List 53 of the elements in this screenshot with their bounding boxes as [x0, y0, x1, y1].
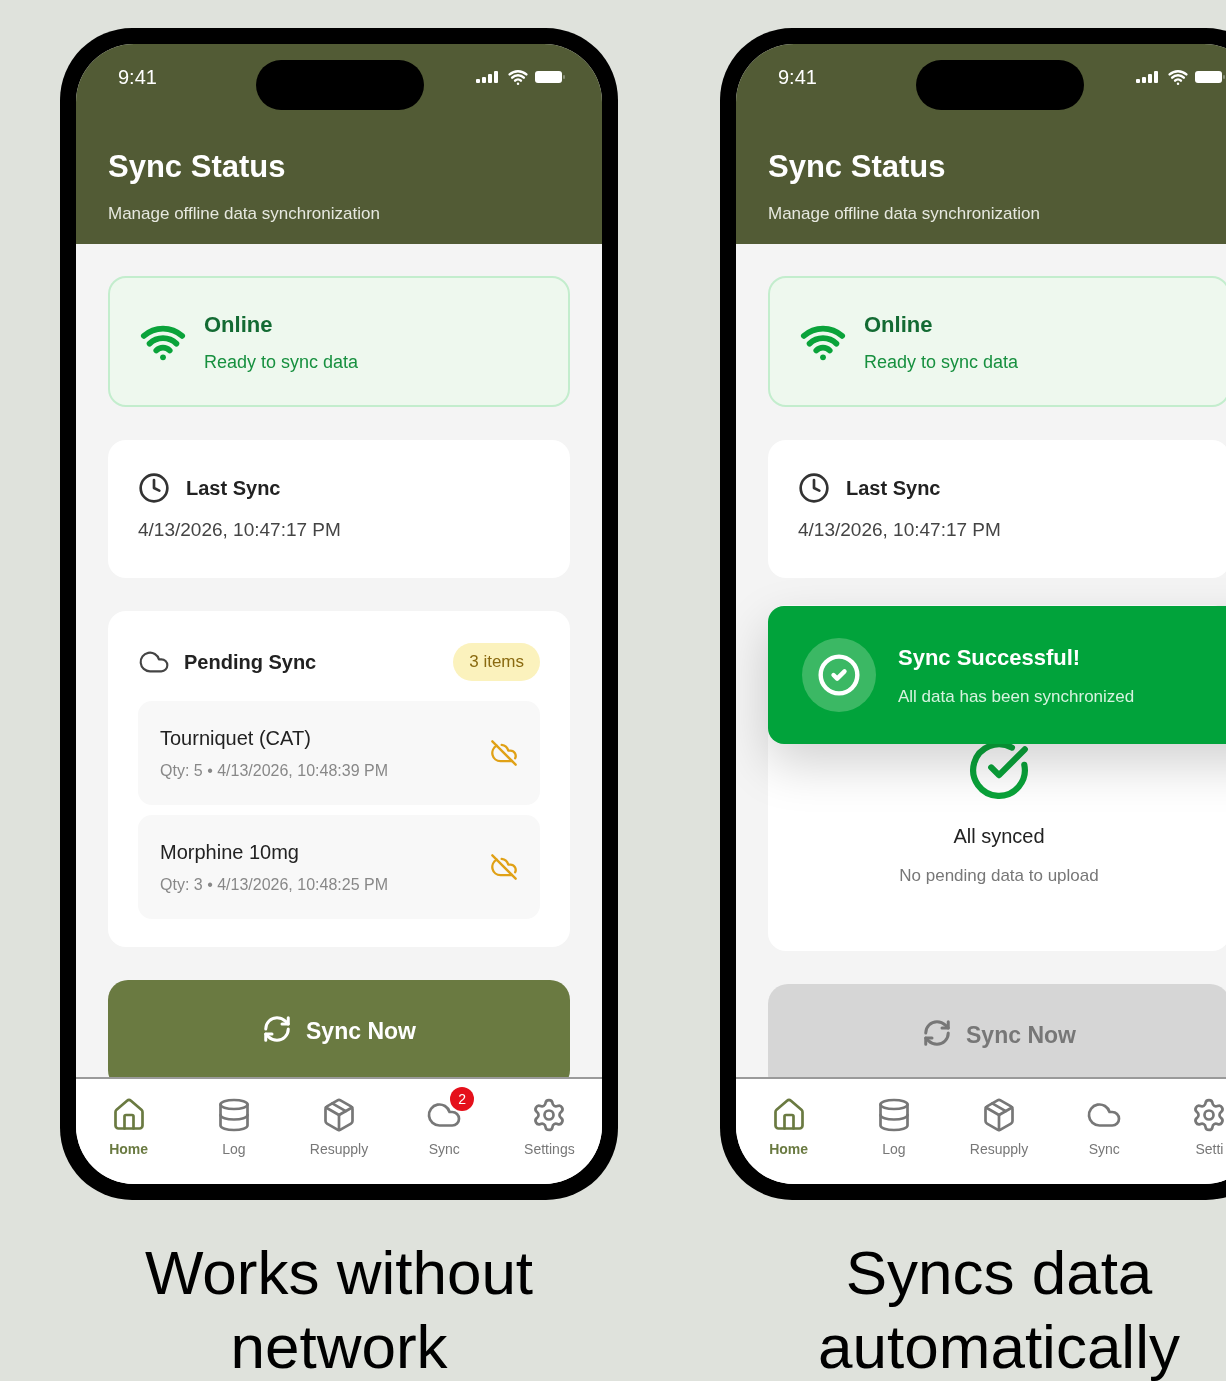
notification-badge: 2 [450, 1087, 475, 1111]
nav-tab[interactable]: Settings [496, 1087, 602, 1160]
refresh-icon [262, 1014, 293, 1044]
last-sync-time: 4/13/2026, 10:47:17 PM [138, 518, 341, 542]
screen-title: Sync Status [768, 148, 946, 186]
nav-tab[interactable]: Sync [1051, 1087, 1157, 1160]
toast-message: All data has been synchronized [898, 685, 1135, 708]
last-sync-time: 4/13/2026, 10:47:17 PM [798, 518, 1001, 542]
nav-tab[interactable]: Home [76, 1087, 182, 1160]
caption: Works without network [143, 1237, 535, 1381]
cloud-off-icon [490, 738, 518, 767]
empty-title: All synced [953, 824, 1045, 849]
status-time: 9:41 [118, 65, 157, 90]
connection-detail: Ready to sync data [204, 350, 359, 374]
wifi-icon [1168, 67, 1188, 87]
box-icon [981, 1097, 1017, 1133]
last-sync-label: Last Sync [846, 476, 941, 501]
item-detail: Qty: 5 • 4/13/2026, 10:48:39 PM [160, 760, 388, 781]
battery-icon [534, 70, 566, 84]
clock-icon [138, 472, 170, 504]
nav-tab[interactable]: Home [736, 1087, 842, 1160]
nav-tab[interactable]: Log [181, 1087, 287, 1160]
sync-now-button[interactable]: Sync Now [108, 980, 570, 1077]
pending-item[interactable]: Tourniquet (CAT) Qty: 5 • 4/13/2026, 10:48:39 PM [138, 700, 540, 805]
screen-subtitle: Manage offline data synchronization [108, 202, 380, 225]
pending-count: 3 items [453, 643, 540, 681]
refresh-icon [922, 1018, 953, 1048]
nav-tab[interactable]: Resupply [946, 1087, 1052, 1160]
settings-icon [1191, 1097, 1226, 1133]
nav-tab[interactable]: Resupply [286, 1087, 392, 1160]
nav-tab[interactable]: Setti [1156, 1087, 1226, 1160]
item-detail: Qty: 3 • 4/13/2026, 10:48:25 PM [160, 874, 388, 895]
wifi-icon [508, 67, 528, 87]
status-time: 9:41 [778, 65, 817, 90]
connection-status: Online [864, 310, 934, 339]
screen-title: Sync Status [108, 148, 286, 186]
pending-item[interactable]: Morphine 10mg Qty: 3 • 4/13/2026, 10:48:25 PM [138, 814, 540, 919]
box-icon [321, 1097, 357, 1133]
toast-title: Sync Successful! [898, 643, 1082, 672]
last-sync-label: Last Sync [186, 476, 281, 501]
nav-tab[interactable]: 2 Sync [391, 1087, 497, 1160]
connection-detail: Ready to sync data [864, 350, 1019, 374]
pending-title: Pending Sync [184, 649, 317, 675]
caption: Syncs data automatically [817, 1237, 1181, 1381]
nav-tab[interactable]: Log [841, 1087, 947, 1160]
screen-subtitle: Manage offline data synchronization [768, 202, 1040, 225]
cloud-off-icon [490, 852, 518, 881]
connection-status: Online [204, 310, 274, 339]
item-name: Morphine 10mg [160, 839, 300, 865]
clock-icon [798, 472, 830, 504]
empty-message: No pending data to upload [899, 865, 1099, 887]
battery-icon [1194, 70, 1226, 84]
item-name: Tourniquet (CAT) [160, 725, 312, 751]
